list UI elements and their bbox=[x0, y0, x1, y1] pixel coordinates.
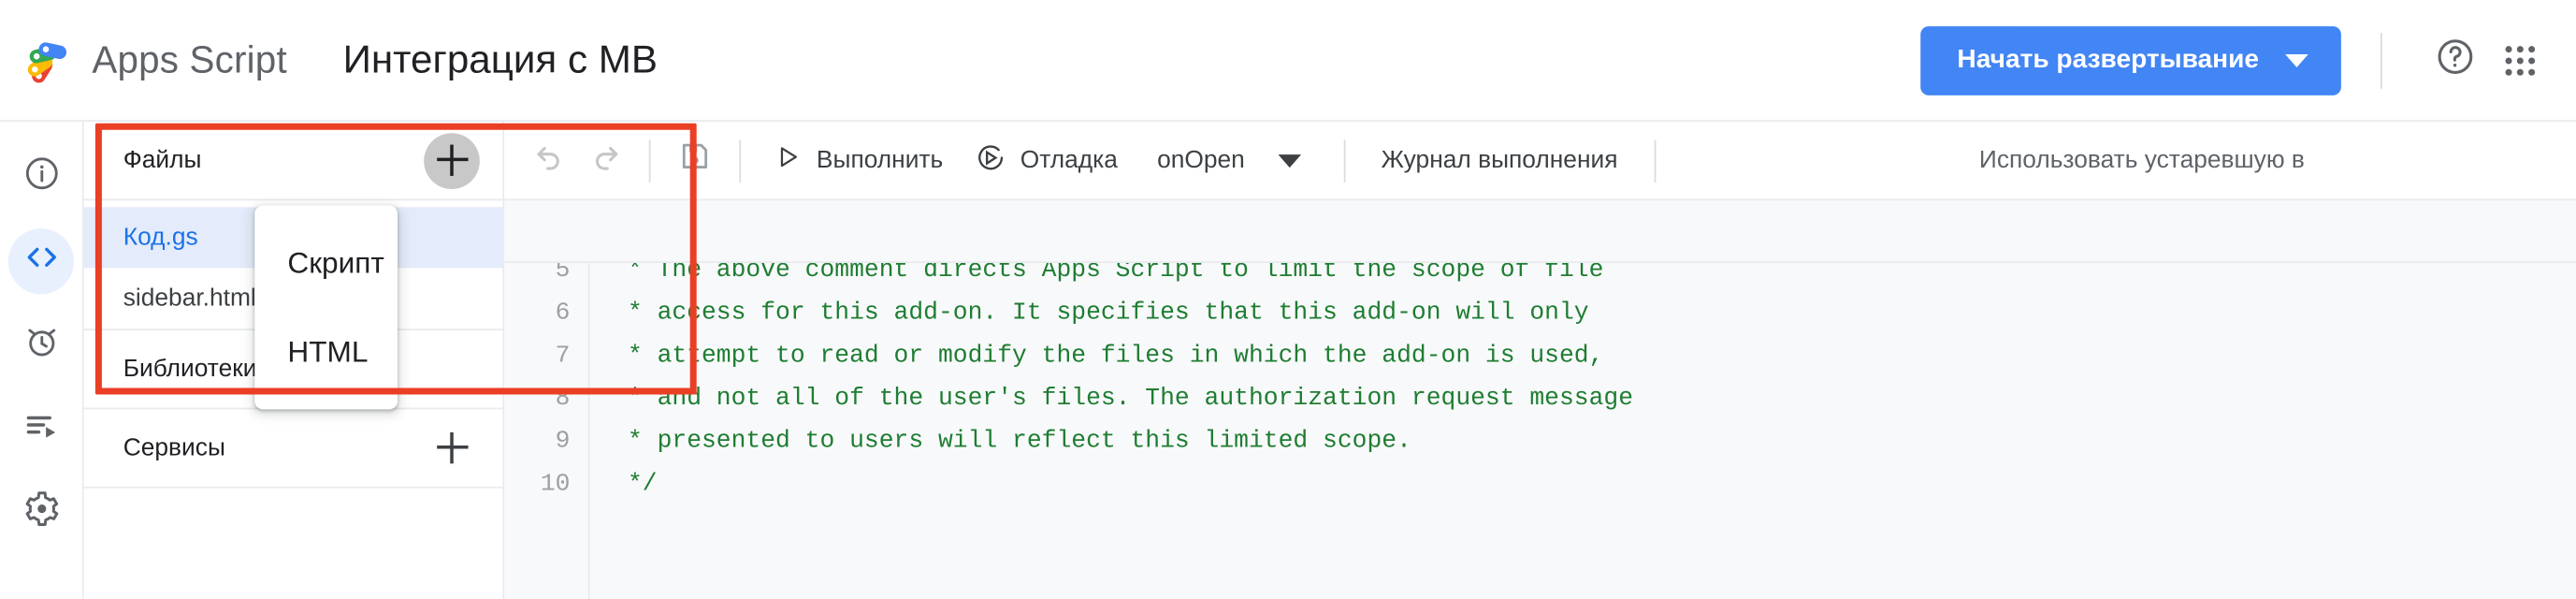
redo-arrow-icon bbox=[587, 139, 622, 182]
info-circle-icon bbox=[22, 154, 60, 200]
legacy-editor-link[interactable]: Использовать устаревшую в bbox=[1960, 146, 2324, 174]
help-circle-icon bbox=[2434, 36, 2475, 85]
apps-script-logo-icon bbox=[23, 32, 80, 88]
add-file-menu[interactable]: Скрипт HTML bbox=[254, 205, 398, 410]
editor-toolbar: Выполнить Отладка onOpen Журнал выполнен… bbox=[504, 121, 2576, 201]
line-number: 6 bbox=[555, 299, 571, 328]
chevron-down-icon[interactable] bbox=[1277, 153, 1301, 168]
run-button[interactable]: Выполнить bbox=[758, 132, 960, 188]
plus-icon bbox=[436, 144, 468, 176]
save-button[interactable] bbox=[667, 132, 723, 188]
page-title: Интеграция с MB bbox=[342, 37, 658, 81]
function-select-value[interactable]: onOpen bbox=[1134, 146, 1254, 174]
files-header-label: Файлы bbox=[123, 146, 202, 175]
sidebar-item-executions[interactable] bbox=[8, 396, 74, 461]
brand-name: Apps Script bbox=[92, 37, 287, 81]
editor-tabstrip bbox=[504, 200, 2576, 264]
sidebar-item-settings[interactable] bbox=[8, 480, 74, 546]
plus-icon bbox=[436, 431, 468, 464]
services-header-label: Сервисы bbox=[123, 433, 225, 462]
toolbar-divider bbox=[739, 139, 742, 183]
menu-item-label: HTML bbox=[287, 334, 369, 368]
apps-grid-icon bbox=[2505, 45, 2536, 75]
code-line: * The above comment directs Apps Script … bbox=[613, 263, 1604, 285]
undo-button[interactable] bbox=[521, 132, 577, 188]
file-name: sidebar.html bbox=[123, 284, 256, 313]
toolbar-divider bbox=[1343, 139, 1345, 183]
code-lines: * The above comment directs Apps Script … bbox=[590, 263, 2576, 599]
line-number: 8 bbox=[555, 384, 571, 413]
sidebar-item-overview[interactable] bbox=[8, 145, 74, 211]
line-number: 10 bbox=[540, 470, 571, 499]
toolbar-divider bbox=[648, 139, 651, 183]
deploy-button[interactable]: Начать развертывание bbox=[1920, 25, 2341, 95]
header-actions: Начать развертывание bbox=[1920, 25, 2576, 95]
help-button[interactable] bbox=[2422, 27, 2487, 93]
debug-button[interactable]: Отладка bbox=[960, 132, 1135, 188]
add-service-button[interactable] bbox=[424, 420, 480, 476]
sidebar-item-editor[interactable] bbox=[7, 228, 75, 295]
code-line: * and not all of the user's files. The a… bbox=[613, 384, 1634, 413]
debug-icon bbox=[976, 142, 1006, 179]
chevron-down-icon bbox=[2285, 53, 2308, 67]
save-disk-icon bbox=[678, 139, 711, 181]
code-line: * presented to users will reflect this l… bbox=[613, 427, 1411, 456]
undo-arrow-icon bbox=[531, 139, 566, 182]
app-header: Apps Script Интеграция с MB Начать разве… bbox=[0, 0, 2576, 122]
add-file-button[interactable] bbox=[424, 132, 480, 189]
services-section-header[interactable]: Сервисы bbox=[83, 409, 503, 489]
debug-button-label: Отладка bbox=[1020, 146, 1118, 175]
apps-script-window: Apps Script Интеграция с MB Начать разве… bbox=[0, 0, 2576, 599]
execution-log-button[interactable]: Журнал выполнения bbox=[1362, 146, 1638, 174]
sidebar-item-triggers[interactable] bbox=[8, 313, 74, 378]
google-apps-button[interactable] bbox=[2487, 27, 2553, 93]
deploy-button-label: Начать развертывание bbox=[1957, 45, 2260, 74]
executions-list-icon bbox=[22, 406, 60, 452]
play-triangle-icon bbox=[774, 143, 802, 178]
line-number-gutter: 5 6 7 8 9 10 bbox=[504, 263, 590, 599]
header-divider bbox=[2381, 32, 2382, 88]
run-button-label: Выполнить bbox=[816, 146, 944, 175]
menu-item-label: Скрипт bbox=[287, 245, 384, 279]
editor-column: Выполнить Отладка onOpen Журнал выполнен… bbox=[504, 121, 2576, 599]
toolbar-divider bbox=[1654, 139, 1656, 183]
left-rail bbox=[0, 121, 84, 599]
code-editor[interactable]: 5 6 7 8 9 10 * The above comment directs… bbox=[504, 263, 2576, 599]
redo-button[interactable] bbox=[576, 132, 632, 188]
files-section-header: Файлы bbox=[83, 122, 503, 201]
line-number: 9 bbox=[555, 427, 571, 456]
brand-block[interactable]: Apps Script bbox=[23, 32, 287, 88]
alarm-clock-icon bbox=[22, 322, 60, 368]
code-line: * attempt to read or modify the files in… bbox=[613, 342, 1604, 371]
code-brackets-icon bbox=[22, 239, 60, 285]
code-line: */ bbox=[613, 470, 658, 499]
line-number: 5 bbox=[555, 263, 571, 285]
gear-icon bbox=[22, 489, 60, 535]
code-line: * access for this add-on. It specifies t… bbox=[613, 299, 1589, 328]
menu-item-script[interactable]: Скрипт bbox=[254, 219, 398, 308]
line-number: 7 bbox=[555, 342, 571, 371]
file-name: Код.gs bbox=[123, 223, 198, 252]
menu-item-html[interactable]: HTML bbox=[254, 307, 398, 396]
